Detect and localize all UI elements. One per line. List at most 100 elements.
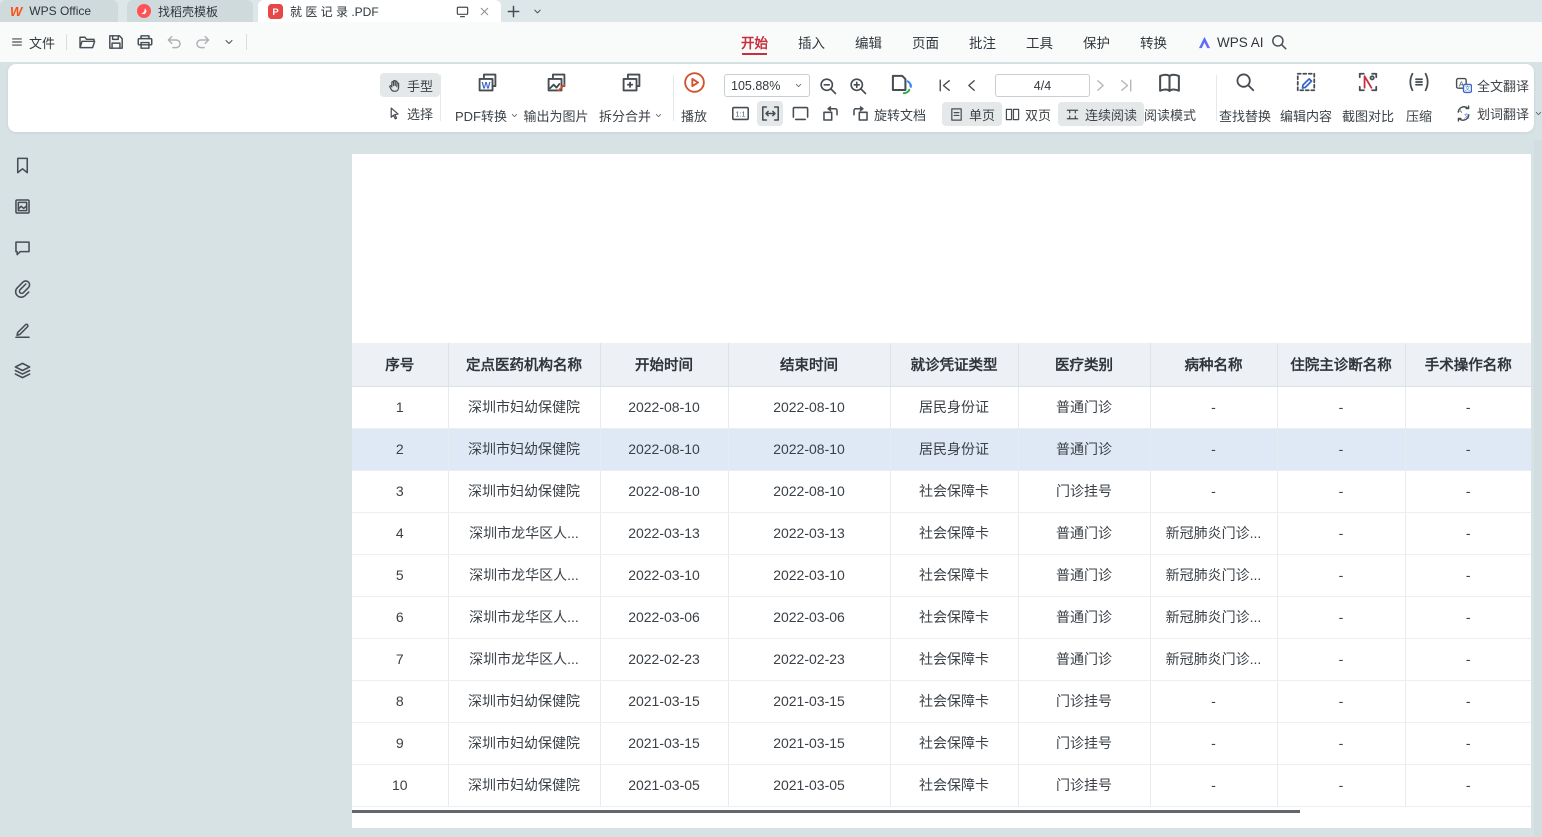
menu-item-3[interactable]: 页面	[912, 22, 939, 62]
last-page-icon[interactable]	[1118, 77, 1135, 94]
thumbnails-icon[interactable]	[13, 197, 32, 216]
folder-open-icon[interactable]	[78, 33, 96, 51]
chevron-down-icon[interactable]	[223, 36, 235, 48]
split-merge-button[interactable]: 拆分合并	[588, 71, 674, 125]
save-icon[interactable]	[107, 33, 125, 51]
table-cell: 7	[352, 638, 448, 680]
fit-page-button[interactable]	[787, 101, 813, 126]
menu-item-7[interactable]: 转换	[1140, 22, 1167, 62]
bookmark-icon[interactable]	[13, 156, 32, 175]
select-tool-label: 选择	[407, 104, 433, 123]
table-cell: 社会保障卡	[890, 680, 1018, 722]
page-number-input[interactable]	[995, 74, 1090, 97]
table-cell: -	[1277, 554, 1405, 596]
table-cell: -	[1150, 680, 1277, 722]
table-header-cell: 病种名称	[1150, 343, 1277, 386]
continuous-reading-button[interactable]: 连续阅读	[1058, 102, 1144, 126]
full-translate-button[interactable]: A文 全文翻译	[1448, 73, 1536, 97]
table-cell: -	[1277, 428, 1405, 470]
prev-page-icon[interactable]	[963, 77, 980, 94]
undo-icon[interactable]	[165, 33, 183, 51]
table-cell: -	[1405, 596, 1531, 638]
table-cell: 深圳市龙华区人...	[448, 638, 600, 680]
vertical-scrollbar[interactable]	[1534, 140, 1542, 837]
next-page-icon[interactable]	[1092, 77, 1109, 94]
screenshot-compare-button[interactable]: 截图对比	[1334, 71, 1402, 125]
menu-item-5[interactable]: 工具	[1026, 22, 1053, 62]
hand-tool-button[interactable]: 手型	[380, 73, 440, 97]
zoom-in-icon[interactable]	[848, 76, 868, 96]
rotate-right-button[interactable]	[847, 101, 873, 126]
book-icon[interactable]	[1157, 71, 1182, 96]
rotate-left-button[interactable]	[817, 101, 843, 126]
chevron-down-icon	[794, 81, 803, 90]
file-menu-button[interactable]: 文件	[10, 33, 55, 52]
table-header-cell: 开始时间	[600, 343, 728, 386]
menu-item-1[interactable]: 插入	[798, 22, 825, 62]
table-horizontal-scrollbar[interactable]	[352, 810, 1300, 813]
menu-item-label: 编辑	[855, 32, 882, 52]
play-label: 播放	[681, 106, 707, 125]
actual-size-button[interactable]: 1:1	[727, 101, 753, 126]
word-translate-button[interactable]: A文 划词翻译	[1448, 101, 1542, 125]
ribbon-toolbar: 手型 选择 W PDF转换 输出为图片 拆分合并 播放 105.88% 1:1	[8, 64, 1534, 132]
rotate-doc-icon[interactable]	[889, 72, 914, 97]
table-cell: 社会保障卡	[890, 596, 1018, 638]
layers-icon[interactable]	[13, 361, 32, 380]
menu-item-4[interactable]: 批注	[969, 22, 996, 62]
table-cell: 2022-02-23	[728, 638, 890, 680]
redo-icon[interactable]	[194, 33, 212, 51]
table-cell: 居民身份证	[890, 428, 1018, 470]
menu-item-6[interactable]: 保护	[1083, 22, 1110, 62]
menu-item-2[interactable]: 编辑	[855, 22, 882, 62]
new-tab-button[interactable]	[501, 0, 525, 22]
tab-document[interactable]: P 就 医 记 录 .PDF	[258, 0, 501, 22]
close-icon[interactable]	[478, 5, 491, 18]
wps-ai-logo-icon	[1197, 36, 1212, 49]
tab-list-chevron[interactable]	[525, 0, 549, 22]
menu-item-label: 批注	[969, 32, 996, 52]
fit-width-button[interactable]	[757, 101, 783, 126]
monitor-icon[interactable]	[455, 4, 470, 19]
table-header-cell: 住院主诊断名称	[1277, 343, 1405, 386]
table-cell: 5	[352, 554, 448, 596]
tab-bar: W WPS Office 找稻壳模板 P 就 医 记 录 .PDF	[0, 0, 1542, 22]
table-cell: 2	[352, 428, 448, 470]
svg-text:文: 文	[1464, 112, 1470, 120]
record-table-header-row: 序号定点医药机构名称开始时间结束时间就诊凭证类型医疗类别病种名称住院主诊断名称手…	[352, 343, 1531, 386]
table-cell: 深圳市妇幼保健院	[448, 680, 600, 722]
play-icon	[683, 71, 706, 94]
play-button[interactable]: 播放	[672, 71, 716, 125]
attachment-icon[interactable]	[13, 279, 32, 298]
menu-item-8[interactable]: WPS AI	[1197, 22, 1264, 62]
zoom-out-icon[interactable]	[818, 76, 838, 96]
tab-wps-office[interactable]: W WPS Office	[0, 0, 118, 22]
signature-icon[interactable]	[13, 320, 32, 339]
first-page-icon[interactable]	[936, 77, 953, 94]
edit-content-label: 编辑内容	[1280, 106, 1332, 125]
tab-docer[interactable]: 找稻壳模板	[127, 0, 253, 22]
actual-size-icon: 1:1	[731, 104, 750, 123]
select-tool-button[interactable]: 选择	[380, 101, 440, 125]
search-icon[interactable]	[1270, 33, 1288, 51]
edit-content-button[interactable]: 编辑内容	[1270, 71, 1342, 125]
zoom-value: 105.88%	[731, 79, 780, 93]
export-image-button[interactable]: 输出为图片	[513, 71, 599, 125]
table-cell: 8	[352, 680, 448, 722]
pdf-page[interactable]: 序号定点医药机构名称开始时间结束时间就诊凭证类型医疗类别病种名称住院主诊断名称手…	[352, 154, 1531, 828]
table-cell: 深圳市妇幼保健院	[448, 470, 600, 512]
comment-icon[interactable]	[13, 238, 32, 257]
table-cell: -	[1405, 554, 1531, 596]
compress-button[interactable]: 压缩	[1397, 71, 1441, 125]
table-cell: -	[1277, 386, 1405, 428]
full-translate-label: 全文翻译	[1477, 76, 1529, 95]
rotate-doc-button[interactable]: 旋转文档	[872, 102, 928, 126]
chevron-down-icon	[1534, 109, 1542, 118]
print-icon[interactable]	[136, 33, 154, 51]
read-mode-button[interactable]: 阅读模式	[1142, 102, 1198, 126]
menu-item-label: WPS AI	[1217, 35, 1264, 50]
zoom-level-select[interactable]: 105.88%	[724, 74, 810, 97]
table-cell: -	[1150, 764, 1277, 806]
single-page-button[interactable]: 单页	[942, 102, 1002, 126]
menu-item-0[interactable]: 开始	[741, 22, 768, 62]
